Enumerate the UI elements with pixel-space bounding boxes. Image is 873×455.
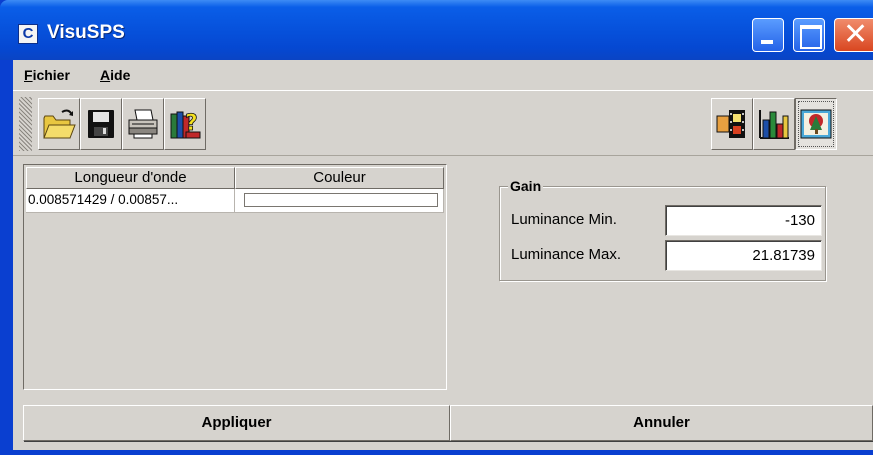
title-bar[interactable]: C VisuSPS ✕ [0,0,873,60]
menu-fichier[interactable]: Fichier [24,67,70,83]
luminance-min-field[interactable]: -130 [665,205,822,236]
help-books-icon: ? [170,111,201,139]
cancel-button[interactable]: Annuler [450,405,873,441]
table-cell-color[interactable] [235,189,444,213]
chart-button[interactable] [753,98,795,150]
client-area: Fichier Aide ? Longueur d'onde Couleur 0… [13,60,873,450]
image-button[interactable] [795,98,837,150]
app-icon[interactable]: C [18,24,38,44]
toolbar-grip[interactable] [19,97,32,151]
luminance-max-label: Luminance Max. [511,246,622,263]
open-button[interactable] [38,98,80,150]
print-icon [128,109,158,139]
column-header-wavelength[interactable]: Longueur d'onde [26,167,235,189]
menu-bar: Fichier Aide [13,60,873,90]
app-window: C VisuSPS ✕ Fichier Aide ? Longueur d'on… [0,0,873,455]
image-tree-icon [800,109,832,139]
save-floppy-icon [88,110,114,138]
bar-chart-icon [759,110,789,139]
luminance-max-field[interactable]: 21.81739 [665,240,822,271]
maximize-button[interactable] [793,18,825,52]
save-button[interactable] [80,98,122,150]
minimize-button[interactable] [752,18,784,52]
menu-aide[interactable]: Aide [100,67,130,83]
color-swatch[interactable] [244,193,438,207]
close-icon: ✕ [843,18,869,51]
film-button[interactable] [711,98,753,150]
toolbar: ? [13,90,873,156]
close-button[interactable]: ✕ [834,18,873,52]
help-button[interactable]: ? [164,98,206,150]
table-cell-wavelength[interactable]: 0.008571429 / 0.00857... [26,189,235,213]
apply-button[interactable]: Appliquer [23,405,450,441]
wavelength-table: Longueur d'onde Couleur 0.008571429 / 0.… [23,164,447,390]
film-frames-icon [716,110,745,138]
open-folder-icon [43,109,76,139]
gain-group: Gain Luminance Min. -130 Luminance Max. … [499,178,826,281]
gain-title: Gain [508,178,544,194]
window-title: VisuSPS [47,22,125,43]
luminance-min-label: Luminance Min. [511,211,617,228]
print-button[interactable] [122,98,164,150]
column-header-color[interactable]: Couleur [235,167,444,189]
